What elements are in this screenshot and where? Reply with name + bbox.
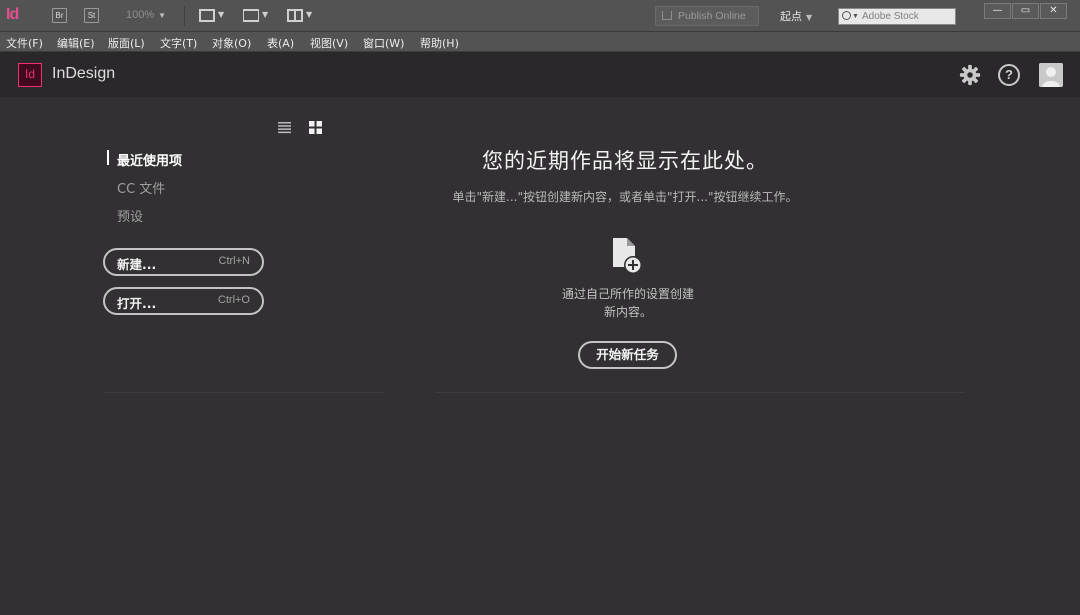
empty-state-title: 您的近期作品将显示在此处。 (482, 149, 768, 173)
caption-line-1: 通过自己所作的设置创建 (561, 287, 694, 301)
zoom-select[interactable]: 100% ▼ (126, 9, 166, 21)
content-divider (436, 392, 964, 393)
zoom-value: 100% (126, 9, 155, 21)
new-button-label: 新建... (117, 257, 157, 272)
avatar-icon[interactable] (1039, 63, 1063, 87)
help-icon[interactable]: ? (998, 64, 1020, 86)
bridge-button[interactable]: Br (52, 8, 67, 23)
create-caption: 通过自己所作的设置创建 新内容。 (538, 285, 718, 321)
minimize-button[interactable]: — (984, 3, 1011, 19)
menu-file[interactable]: 文件(F) (6, 35, 43, 51)
menu-table[interactable]: 表(A) (267, 35, 294, 51)
close-button[interactable]: ✕ (1040, 3, 1067, 19)
empty-state-subtitle: 单击"新建..."按钮创建新内容，或者单击"打开..."按钮继续工作。 (452, 190, 798, 204)
menu-view[interactable]: 视图(V) (310, 35, 348, 51)
sidebar-item-presets[interactable]: 预设 (117, 206, 143, 225)
app-logo: Id (6, 6, 19, 23)
list-view-icon[interactable] (278, 121, 291, 134)
toolbar-divider (184, 6, 185, 26)
indesign-logo: Id (18, 63, 42, 87)
screen-mode-icon[interactable] (243, 9, 259, 22)
open-button[interactable]: 打开... Ctrl+O (103, 287, 264, 315)
gear-icon[interactable] (959, 64, 981, 86)
stock-search-input[interactable]: ▼ Adobe Stock (838, 8, 956, 25)
arrange-documents-icon[interactable] (287, 9, 303, 22)
open-shortcut: Ctrl+O (217, 294, 250, 306)
caption-line-2: 新内容。 (603, 305, 652, 319)
app-title: InDesign (52, 65, 116, 82)
menu-bar: 文件(F) 编辑(E) 版面(L) 文字(T) 对象(O) 表(A) 视图(V)… (0, 32, 1080, 52)
chevron-down-icon: ▼ (158, 11, 167, 20)
chevron-down-icon: ▼ (806, 13, 813, 22)
workspace-name: 起点 (780, 10, 802, 23)
new-document-icon[interactable] (611, 237, 644, 275)
publish-online-button[interactable]: Publish Online (655, 6, 759, 26)
grid-view-icon[interactable] (309, 121, 322, 134)
upload-icon (662, 11, 672, 20)
workspace-switcher[interactable]: 起点 ▼ (780, 8, 812, 24)
view-options-icon[interactable] (199, 9, 215, 22)
menu-edit[interactable]: 编辑(E) (57, 35, 95, 51)
menu-object[interactable]: 对象(O) (212, 35, 251, 51)
menu-layout[interactable]: 版面(L) (108, 35, 145, 51)
publish-online-label: Publish Online (678, 10, 746, 22)
open-button-label: 打开... (117, 296, 157, 311)
menu-help[interactable]: 帮助(H) (420, 35, 459, 51)
menu-type[interactable]: 文字(T) (160, 35, 197, 51)
application-bar: Id Br St 100% ▼ ▼ ▼ ▼ Publish Online 起点 ▼ … (0, 0, 1080, 32)
chevron-down-icon: ▼ (306, 10, 313, 19)
chevron-down-icon: ▼ (218, 10, 225, 19)
restore-button[interactable]: ▭ (1012, 3, 1039, 19)
search-icon (842, 11, 851, 20)
new-button[interactable]: 新建... Ctrl+N (103, 248, 264, 276)
start-new-task-button[interactable]: 开始新任务 (578, 341, 677, 369)
stock-button[interactable]: St (84, 8, 99, 23)
search-placeholder: Adobe Stock (862, 11, 919, 22)
home-header: Id InDesign ? (0, 52, 1080, 97)
sidebar-divider (104, 392, 384, 393)
chevron-down-icon: ▼ (262, 10, 269, 19)
new-shortcut: Ctrl+N (218, 255, 250, 267)
chevron-down-icon: ▼ (852, 13, 859, 20)
menu-window[interactable]: 窗口(W) (363, 35, 404, 51)
